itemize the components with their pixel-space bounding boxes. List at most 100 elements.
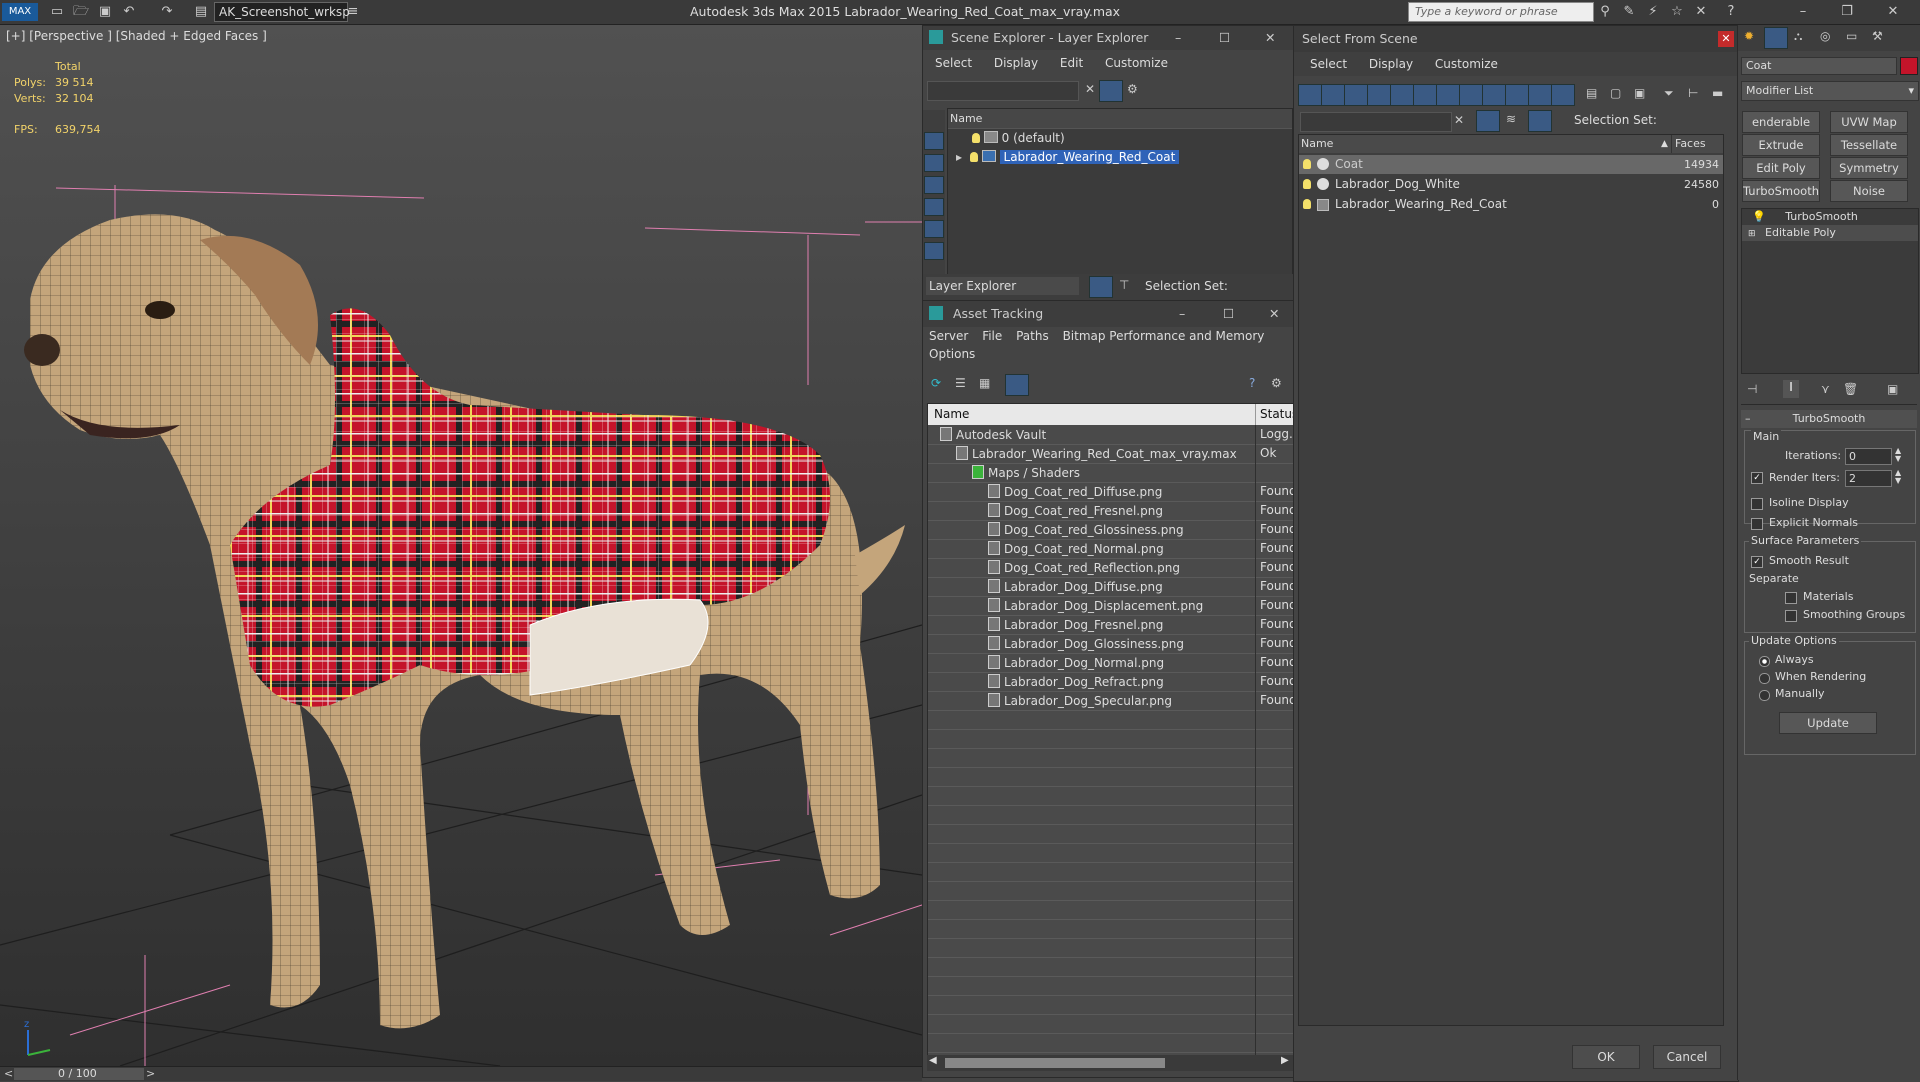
invert-selection-icon[interactable]: ▣ <box>1634 86 1645 100</box>
new-file-icon[interactable]: ▭ <box>48 3 66 21</box>
configure-sets-icon[interactable]: ▣ <box>1887 382 1898 396</box>
binoculars-icon[interactable]: ⚲ <box>1596 3 1614 21</box>
settings-icon[interactable]: ⚙ <box>1271 376 1282 390</box>
subscription-icon[interactable]: ⚡ <box>1644 3 1662 21</box>
help-icon[interactable]: ? <box>1249 376 1255 390</box>
maximize-icon[interactable]: ☐ <box>1223 301 1234 327</box>
asset-row[interactable]: Labrador_Dog_Specular.png Found <box>928 691 1294 711</box>
visibility-icon[interactable] <box>969 152 978 162</box>
display-lights-icon[interactable] <box>924 176 944 194</box>
display-geometry-icon[interactable] <box>924 132 944 150</box>
menu-bitmap-performance[interactable]: Bitmap Performance and Memory <box>1063 329 1265 343</box>
hierarchy-mode-icon[interactable] <box>1528 110 1552 132</box>
menu-options[interactable]: Options <box>923 345 1293 363</box>
project-folder-icon[interactable]: ▤ <box>192 3 210 21</box>
modifier-button[interactable]: UVW Map <box>1830 111 1908 133</box>
materials-checkbox[interactable] <box>1785 592 1797 604</box>
camera-filter-icon[interactable] <box>1367 84 1391 106</box>
manually-radio[interactable] <box>1759 690 1770 701</box>
close-icon[interactable]: ✕ <box>1265 26 1275 50</box>
search-input[interactable]: Type a keyword or phrase <box>1408 2 1594 22</box>
asset-row[interactable]: Labrador_Dog_Refract.png Found <box>928 672 1294 692</box>
make-unique-icon[interactable]: ⋎ <box>1821 382 1830 396</box>
column-name-header[interactable]: Name <box>934 404 969 425</box>
helper-filter-icon[interactable] <box>1390 84 1414 106</box>
options-icon[interactable]: ⚙ <box>1127 82 1138 96</box>
smooth-result-checkbox[interactable]: ✓ <box>1751 556 1763 568</box>
modifier-button[interactable]: TurboSmooth <box>1742 180 1820 202</box>
update-button[interactable]: Update <box>1779 712 1877 734</box>
object-row-labrador-coat[interactable]: Labrador_Wearing_Red_Coat 0 <box>1299 195 1723 214</box>
workspace-menu-icon[interactable]: ≡ <box>344 3 362 21</box>
undo-icon[interactable]: ↶ <box>120 3 138 21</box>
column-name-header[interactable]: Name <box>948 109 1292 129</box>
minimize-icon[interactable]: – <box>1175 26 1181 50</box>
isoline-display-checkbox[interactable] <box>1751 498 1763 510</box>
asset-row[interactable]: Maps / Shaders <box>928 463 1294 483</box>
select-all-icon[interactable]: ▤ <box>1586 86 1597 100</box>
scene-explorer-search[interactable] <box>927 81 1079 101</box>
perspective-viewport[interactable]: [+] [Perspective ] [Shaded + Edged Faces… <box>0 25 922 1066</box>
layer-row-default[interactable]: 0 (default) <box>948 129 1292 148</box>
layer-sort-icon[interactable]: ≋ <box>1506 112 1516 126</box>
modifier-button[interactable]: Extrude <box>1742 134 1820 156</box>
menu-file[interactable]: File <box>982 329 1002 343</box>
bone-filter-icon[interactable] <box>1482 84 1506 106</box>
asset-row[interactable]: Dog_Coat_red_Glossiness.png Found <box>928 520 1294 540</box>
scroll-thumb[interactable] <box>945 1058 1165 1068</box>
stack-item-turbosmooth[interactable]: 💡 TurboSmooth <box>1742 209 1918 225</box>
modify-tab-icon[interactable] <box>1764 27 1788 49</box>
asset-row[interactable]: Labrador_Wearing_Red_Coat_max_vray.max Ok <box>928 444 1294 464</box>
render-iters-checkbox[interactable]: ✓ <box>1751 472 1763 484</box>
asset-row[interactable]: Autodesk Vault Logg... <box>928 425 1294 445</box>
modifier-button[interactable]: Noise <box>1830 180 1908 202</box>
hierarchy-tab-icon[interactable]: ⛬ <box>1794 29 1802 44</box>
column-status-header[interactable]: Status <box>1260 404 1294 425</box>
maximize-icon[interactable]: ❐ <box>1838 3 1856 21</box>
display-tab-icon[interactable]: ▭ <box>1846 29 1857 43</box>
group-filter-icon[interactable] <box>1436 84 1460 106</box>
menu-paths[interactable]: Paths <box>1016 329 1049 343</box>
table-view-icon[interactable] <box>1005 374 1029 396</box>
thumbnail-view-icon[interactable]: ▦ <box>979 376 990 390</box>
container-filter-icon[interactable] <box>1505 84 1529 106</box>
time-next-icon[interactable]: > <box>146 1067 155 1080</box>
help-icon[interactable]: ? <box>1722 3 1740 21</box>
workspace-dropdown[interactable]: AK_Screenshot_wrksp <box>214 2 350 22</box>
clear-search-icon[interactable]: ✕ <box>1085 82 1095 96</box>
column-faces-header[interactable]: Faces <box>1675 135 1706 153</box>
menu-select[interactable]: Select <box>1310 57 1347 71</box>
spacewarp-filter-icon[interactable] <box>1413 84 1437 106</box>
menu-customize[interactable]: Customize <box>1105 56 1168 70</box>
when-rendering-radio[interactable] <box>1759 673 1770 684</box>
select-from-scene-titlebar[interactable]: Select From Scene ✕ <box>1294 26 1738 52</box>
sort-ascending-icon[interactable]: ▲ <box>1661 135 1668 153</box>
modifier-list-dropdown[interactable]: Modifier List ▾ <box>1741 81 1919 101</box>
utilities-tab-icon[interactable]: ⚒ <box>1872 29 1883 43</box>
layer-row-labrador[interactable]: ▸ Labrador_Wearing_Red_Coat <box>948 148 1292 167</box>
filter-funnel-icon[interactable]: ⏷ <box>1664 86 1674 101</box>
collapse-icon[interactable]: ▬ <box>1712 86 1723 100</box>
object-row-coat[interactable]: Coat 14934 <box>1299 155 1723 174</box>
explicit-normals-checkbox[interactable] <box>1751 518 1763 530</box>
menu-select[interactable]: Select <box>935 56 972 70</box>
hidden-filter-icon[interactable] <box>1551 84 1575 106</box>
asset-row[interactable]: Labrador_Dog_Normal.png Found <box>928 653 1294 673</box>
explorer-mode-dropdown[interactable]: Layer Explorer <box>926 277 1079 295</box>
smoothing-groups-checkbox[interactable] <box>1785 610 1797 622</box>
asset-row[interactable]: Dog_Coat_red_Diffuse.png Found <box>928 482 1294 502</box>
iterations-spinner[interactable]: 0 <box>1845 448 1892 465</box>
asset-row[interactable]: Labrador_Dog_Glossiness.png Found <box>928 634 1294 654</box>
minimize-icon[interactable]: – <box>1794 3 1812 21</box>
hierarchy-icon[interactable]: ⊤ <box>1119 278 1129 292</box>
scene-explorer-titlebar[interactable]: Scene Explorer - Layer Explorer – ☐ ✕ <box>923 26 1293 50</box>
menu-display[interactable]: Display <box>1369 57 1413 71</box>
visibility-icon[interactable] <box>1303 199 1311 209</box>
redo-icon[interactable]: ↷ <box>158 3 176 21</box>
object-row-labrador-dog[interactable]: Labrador_Dog_White 24580 <box>1299 175 1723 194</box>
spinner-arrows-icon[interactable]: ▲ ▼ <box>1895 447 1901 463</box>
remove-modifier-icon[interactable]: 🗑 <box>1843 382 1858 396</box>
create-tab-icon[interactable]: ✹ <box>1744 29 1754 43</box>
turbosmooth-rollout-header[interactable]: – TurboSmooth <box>1741 410 1917 428</box>
object-name-field[interactable]: Coat <box>1741 57 1897 75</box>
